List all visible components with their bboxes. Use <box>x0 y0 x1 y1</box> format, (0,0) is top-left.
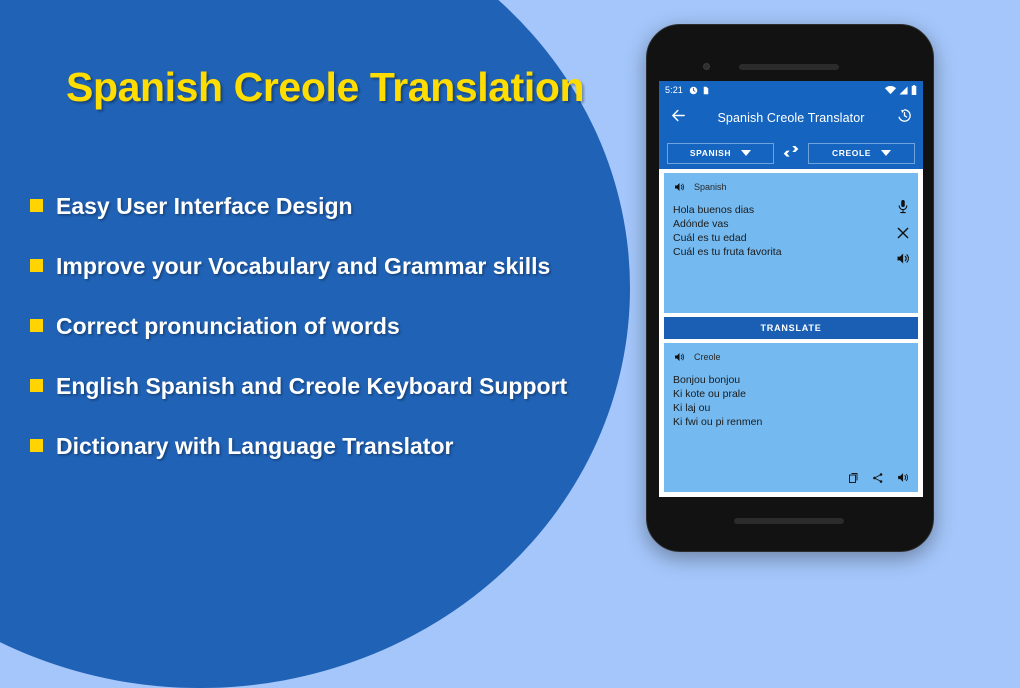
signal-icon <box>899 85 908 95</box>
speaker-icon[interactable] <box>673 351 685 363</box>
share-icon[interactable] <box>872 472 884 484</box>
wifi-icon <box>885 85 896 95</box>
list-item: Correct pronunciation of words <box>30 310 640 342</box>
mic-icon[interactable] <box>896 199 910 215</box>
feature-label: Improve your Vocabulary and Grammar skil… <box>56 253 551 279</box>
bullet-square-icon <box>30 259 43 272</box>
list-item: Improve your Vocabulary and Grammar skil… <box>30 250 640 282</box>
chevron-down-icon <box>881 150 892 156</box>
sd-card-icon <box>702 86 710 95</box>
bullet-square-icon <box>30 379 43 392</box>
bullet-square-icon <box>30 439 43 452</box>
status-left-icons <box>689 86 710 95</box>
phone-mockup: 5:21 Spanish Creole Translator SPANISH C… <box>646 24 934 552</box>
result-text: Bonjou bonjou Ki kote ou prale Ki laj ou… <box>673 374 763 428</box>
page-title: Spanish Creole Translation <box>66 64 585 110</box>
feature-label: Correct pronunciation of words <box>56 313 400 339</box>
result-card-header: Creole <box>673 351 909 363</box>
list-item: Easy User Interface Design <box>30 190 640 222</box>
list-item: Dictionary with Language Translator <box>30 430 640 462</box>
earpiece-speaker <box>739 64 839 70</box>
bullet-square-icon <box>30 199 43 212</box>
source-text-card[interactable]: Spanish Hola buenos dias Adónde vas Cuál… <box>664 173 918 313</box>
result-card-actions <box>848 471 909 484</box>
bottom-speaker <box>734 518 844 524</box>
source-card-header: Spanish <box>673 181 909 193</box>
source-language-dropdown[interactable]: SPANISH <box>667 142 774 164</box>
chevron-down-icon <box>741 150 752 156</box>
swap-languages-button[interactable] <box>780 142 802 164</box>
history-icon <box>896 107 913 129</box>
language-selector-bar: SPANISH CREOLE <box>659 137 923 169</box>
source-text[interactable]: Hola buenos dias Adónde vas Cuál es tu e… <box>673 203 909 259</box>
list-item: English Spanish and Creole Keyboard Supp… <box>30 370 640 402</box>
result-text-card: Creole Bonjou bonjou Ki kote ou prale Ki… <box>664 343 918 492</box>
copy-icon[interactable] <box>848 472 860 484</box>
source-card-language: Spanish <box>694 182 727 192</box>
back-arrow-icon <box>670 107 687 129</box>
status-time: 5:21 <box>665 85 683 95</box>
status-right-icons <box>885 85 917 95</box>
feature-label: Easy User Interface Design <box>56 193 353 219</box>
feature-label: English Spanish and Creole Keyboard Supp… <box>56 373 568 399</box>
feature-label: Dictionary with Language Translator <box>56 433 454 459</box>
target-language-dropdown[interactable]: CREOLE <box>808 142 915 164</box>
app-bar-title: Spanish Creole Translator <box>717 111 865 125</box>
source-language-label: SPANISH <box>689 148 732 158</box>
result-card-language: Creole <box>694 352 721 362</box>
target-language-label: CREOLE <box>831 148 872 158</box>
translate-button[interactable]: TRANSLATE <box>664 317 918 339</box>
clock-icon <box>689 86 698 95</box>
source-card-actions <box>895 199 910 266</box>
battery-icon <box>911 85 917 95</box>
history-button[interactable] <box>893 107 915 129</box>
bullet-square-icon <box>30 319 43 332</box>
back-button[interactable] <box>667 107 689 129</box>
status-bar: 5:21 <box>659 81 923 99</box>
phone-screen: 5:21 Spanish Creole Translator SPANISH C… <box>659 81 923 497</box>
speaker-icon[interactable] <box>896 471 909 484</box>
speaker-icon[interactable] <box>895 251 910 266</box>
clear-icon[interactable] <box>896 226 910 240</box>
app-bar: Spanish Creole Translator <box>659 99 923 137</box>
translator-body: Spanish Hola buenos dias Adónde vas Cuál… <box>659 169 923 497</box>
speaker-icon[interactable] <box>673 181 685 193</box>
feature-list: Easy User Interface Design Improve your … <box>30 190 640 490</box>
front-camera-icon <box>703 63 710 70</box>
swap-arrows-icon <box>783 144 799 163</box>
